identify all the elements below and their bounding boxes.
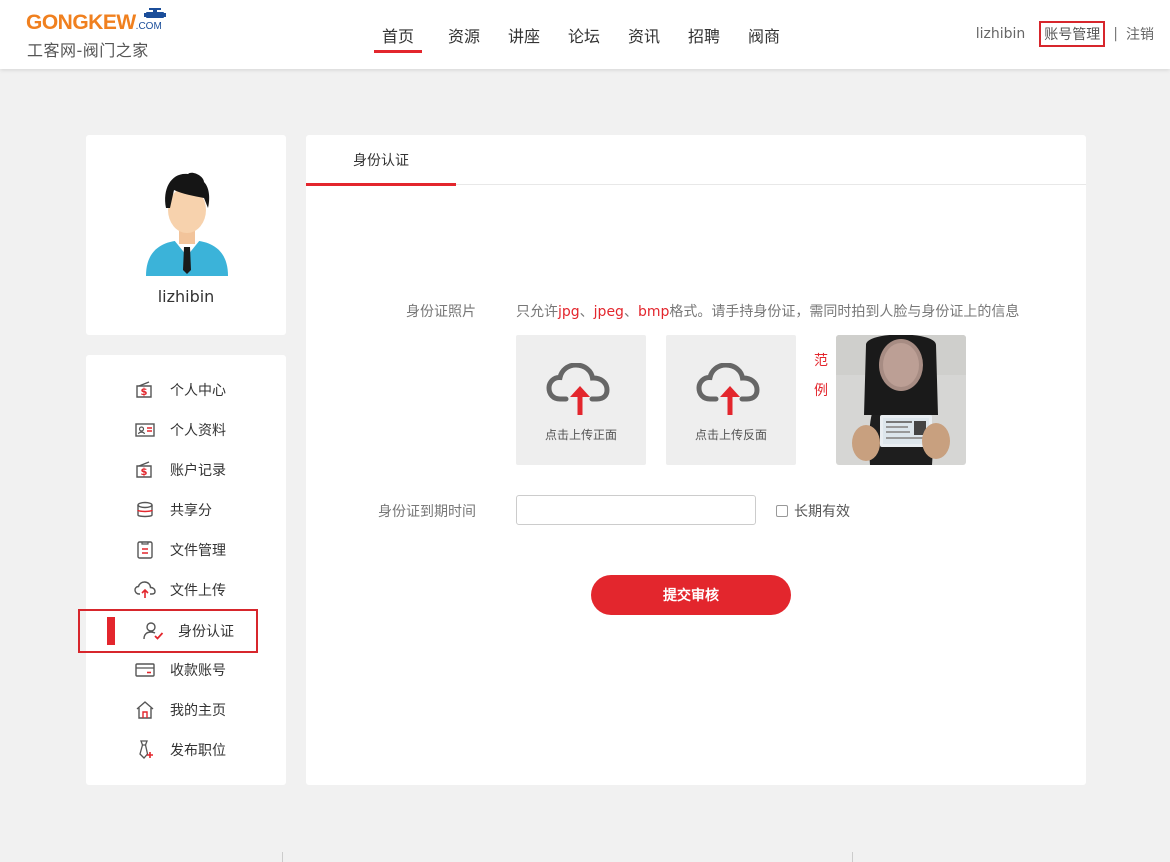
nav-lectures[interactable]: 讲座: [494, 0, 554, 69]
main-nav: 首页 资源 讲座 论坛 资讯 招聘 阀商: [374, 0, 794, 69]
sidebar-item-payment-account[interactable]: 收款账号: [86, 650, 286, 690]
wallet-icon: $: [134, 379, 156, 401]
upload-front-label: 点击上传正面: [544, 428, 617, 442]
sidebar-item-label: 账户记录: [170, 463, 226, 479]
cloud-upload-icon: [546, 363, 610, 415]
coins-stack-icon: [134, 499, 156, 521]
sidebar-item-label: 身份认证: [178, 624, 234, 640]
long-term-valid-option[interactable]: 长期有效: [776, 501, 850, 521]
sidebar-item-shared-points[interactable]: 共享分: [86, 490, 286, 530]
long-term-checkbox[interactable]: [776, 505, 788, 517]
tab-bar: 身份认证: [306, 135, 1086, 186]
sidebar-item-label: 个人中心: [170, 383, 226, 399]
sidebar-item-file-management[interactable]: 文件管理: [86, 530, 286, 570]
svg-text:$: $: [141, 467, 148, 478]
id-expiry-input[interactable]: [516, 495, 756, 525]
nav-valve-vendors[interactable]: 阀商: [734, 0, 794, 69]
logo-text-gong: GONGKEW: [26, 11, 136, 34]
long-term-label: 长期有效: [794, 504, 850, 520]
upload-front-button[interactable]: 点击上传正面: [516, 335, 646, 465]
active-indicator: [107, 617, 115, 645]
svg-text:$: $: [141, 387, 148, 398]
sidebar-item-post-job[interactable]: 发布职位: [86, 730, 286, 770]
nav-news[interactable]: 资讯: [614, 0, 674, 69]
footer-divider: [852, 852, 853, 862]
sidebar-item-my-homepage[interactable]: 我的主页: [86, 690, 286, 730]
home-icon: [134, 699, 156, 721]
cloud-upload-icon: [134, 579, 156, 601]
footer-divider: [282, 852, 283, 862]
sample-id-photo: [836, 335, 966, 465]
sample-label: 范例: [814, 353, 828, 399]
sidebar-item-label: 收款账号: [170, 663, 226, 679]
sidebar-item-identity-verification[interactable]: 身份认证: [78, 609, 258, 653]
header-separator: |: [1113, 26, 1118, 42]
sidebar-item-label: 文件上传: [170, 583, 226, 599]
logout-link[interactable]: 注销: [1126, 24, 1154, 44]
sidebar-menu: $ 个人中心 个人资料 $ 账户记录 共享分 文件管理 文件上传 身份认证 收款…: [78, 355, 286, 785]
sidebar-item-label: 个人资料: [170, 423, 226, 439]
profile-username: lizhibin: [157, 287, 215, 306]
sidebar-item-label: 共享分: [170, 503, 212, 519]
account-management-link[interactable]: 账号管理: [1039, 21, 1106, 47]
sidebar-item-profile[interactable]: 个人资料: [86, 410, 286, 450]
nav-home[interactable]: 首页: [374, 0, 434, 69]
document-icon: [134, 539, 156, 561]
tie-add-icon: [134, 739, 156, 761]
card-icon: [134, 659, 156, 681]
logo-text-com: .COM: [135, 21, 162, 32]
cloud-upload-icon: [696, 363, 760, 415]
upload-back-button[interactable]: 点击上传反面: [666, 335, 796, 465]
id-card-icon: [134, 419, 156, 441]
user-check-icon: [142, 620, 164, 642]
dollar-record-icon: $: [134, 459, 156, 481]
sidebar-item-label: 文件管理: [170, 543, 226, 559]
logo-subtitle: 工客网-阀门之家: [27, 41, 149, 60]
site-logo[interactable]: GONGKEW.COM 工客网-阀门之家: [26, 8, 171, 60]
id-photo-label: 身份证照片: [406, 304, 476, 320]
main-panel: 身份认证 身份证照片 只允许jpg、jpeg、bmp格式。请手持身份证，需同时拍…: [306, 135, 1086, 785]
valve-icon: [144, 8, 166, 18]
upload-back-label: 点击上传反面: [694, 428, 767, 442]
sidebar-item-account-records[interactable]: $ 账户记录: [86, 450, 286, 490]
nav-jobs[interactable]: 招聘: [674, 0, 734, 69]
sidebar-item-personal-center[interactable]: $ 个人中心: [86, 370, 286, 410]
profile-card: lizhibin: [86, 135, 286, 335]
nav-resources[interactable]: 资源: [434, 0, 494, 69]
tab-identity-verification[interactable]: 身份认证: [306, 135, 456, 186]
user-area: lizhibin 账号管理 | 注销: [976, 21, 1154, 47]
sidebar-item-label: 我的主页: [170, 703, 226, 719]
sidebar-item-label: 发布职位: [170, 743, 226, 759]
sidebar-item-file-upload[interactable]: 文件上传: [86, 570, 286, 610]
user-avatar-icon: [146, 172, 228, 276]
top-header: GONGKEW.COM 工客网-阀门之家 首页 资源 讲座 论坛 资讯 招聘 阀…: [0, 0, 1170, 69]
id-expiry-label: 身份证到期时间: [378, 504, 476, 520]
upload-hint: 只允许jpg、jpeg、bmp格式。请手持身份证，需同时拍到人脸与身份证上的信息: [516, 304, 1020, 320]
submit-review-button[interactable]: 提交审核: [591, 575, 791, 615]
header-username[interactable]: lizhibin: [976, 26, 1026, 42]
nav-forum[interactable]: 论坛: [554, 0, 614, 69]
